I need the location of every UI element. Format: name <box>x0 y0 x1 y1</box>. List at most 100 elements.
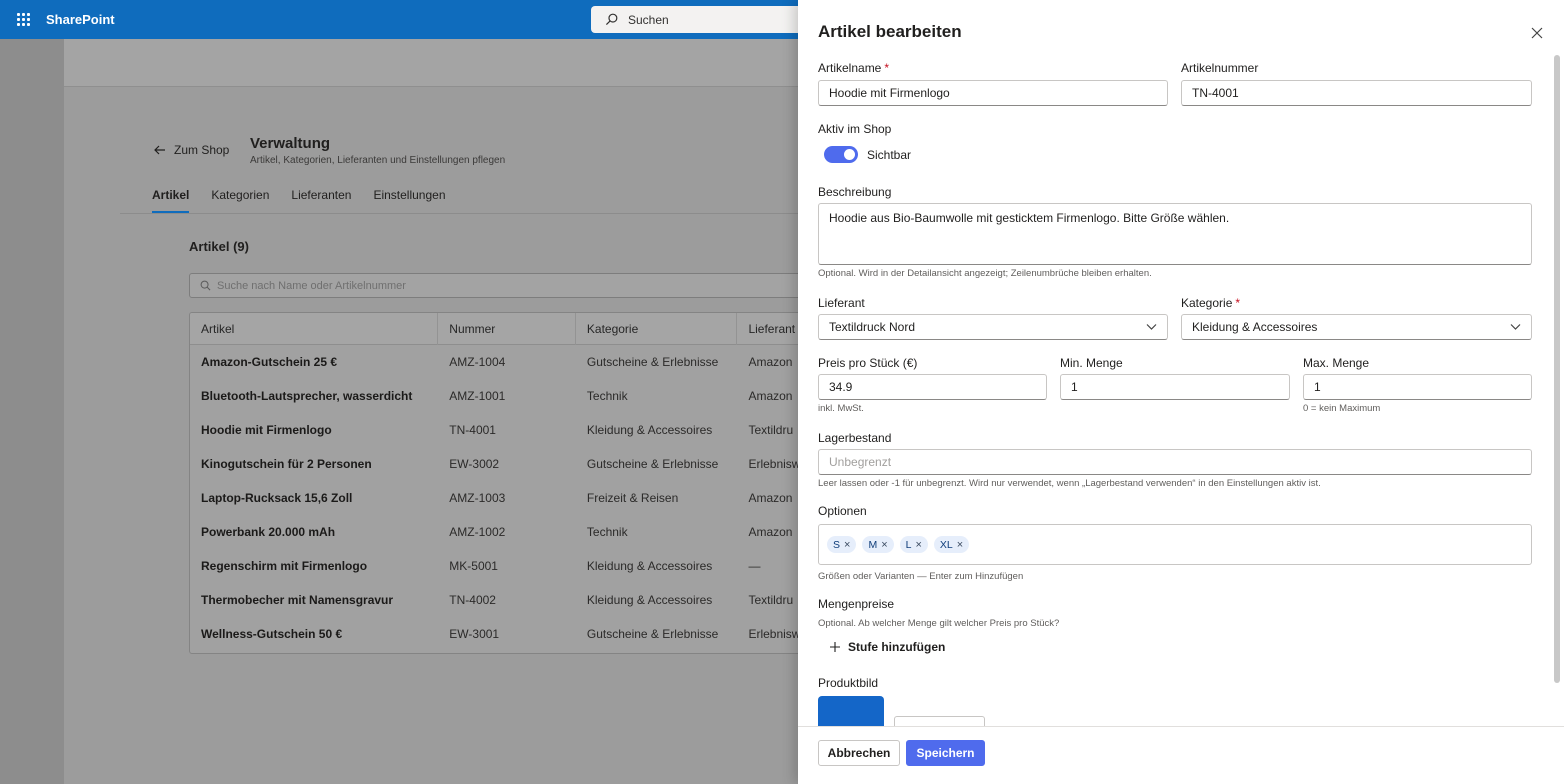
stock-label: Lagerbestand <box>818 431 892 445</box>
product-image-preview <box>818 696 884 728</box>
tier-prices-hint: Optional. Ab welcher Menge gilt welcher … <box>818 618 1060 629</box>
row-number: EW-3001 <box>449 627 500 641</box>
table-row[interactable]: Regenschirm mit Firmenlogo MK-5001 Kleid… <box>190 549 888 583</box>
product-image-label: Produktbild <box>818 676 879 690</box>
table-row[interactable]: Laptop-Rucksack 15,6 Zoll AMZ-1003 Freiz… <box>190 481 888 515</box>
column-header-nummer[interactable]: Nummer <box>438 313 576 345</box>
description-hint: Optional. Wird in der Detailansicht ange… <box>818 268 1152 279</box>
row-category: Kleidung & Accessoires <box>586 593 713 607</box>
brand-name[interactable]: SharePoint <box>46 12 115 27</box>
active-state-label: Sichtbar <box>867 148 912 162</box>
number-label: Artikelnummer <box>1181 61 1259 75</box>
row-number: AMZ-1004 <box>449 355 506 369</box>
row-category: Gutscheine & Erlebnisse <box>586 627 719 641</box>
chevron-down-icon <box>1510 324 1521 330</box>
row-name: Thermobecher mit Namensgravur <box>201 593 394 607</box>
max-quantity-field[interactable]: 1 <box>1303 374 1532 400</box>
supplier-select[interactable]: Textildruck Nord <box>818 314 1168 340</box>
table-row[interactable]: Powerbank 20.000 mAh AMZ-1002 Technik Am… <box>190 515 888 549</box>
article-search-input[interactable]: Suche nach Name oder Artikelnummer <box>189 273 869 298</box>
stock-field[interactable]: Unbegrenzt <box>818 449 1532 475</box>
admin-tabs: Artikel Kategorien Lieferanten Einstellu… <box>152 188 446 213</box>
row-number: AMZ-1003 <box>449 491 506 505</box>
table-row[interactable]: Wellness-Gutschein 50 € EW-3001 Gutschei… <box>190 617 888 651</box>
app-bar <box>0 39 64 784</box>
table-row[interactable]: Hoodie mit Firmenlogo TN-4001 Kleidung &… <box>190 413 888 447</box>
name-label: Artikelname * <box>818 61 890 75</box>
table-row[interactable]: Amazon-Gutschein 25 € AMZ-1004 Gutschein… <box>190 345 888 379</box>
tab-artikel[interactable]: Artikel <box>152 188 190 213</box>
option-tag: L × <box>899 536 928 553</box>
min-quantity-field[interactable]: 1 <box>1060 374 1290 400</box>
remove-tag-icon[interactable]: × <box>957 539 963 551</box>
arrow-left-icon <box>154 145 165 155</box>
row-number: MK-5001 <box>449 559 498 573</box>
column-header-artikel[interactable]: Artikel <box>190 313 439 345</box>
panel-scrollbar[interactable] <box>1554 55 1560 683</box>
row-category: Kleidung & Accessoires <box>586 423 713 437</box>
cancel-button[interactable]: Abbrechen <box>818 740 900 766</box>
row-number: AMZ-1002 <box>449 525 506 539</box>
stock-hint: Leer lassen oder -1 für unbegrenzt. Wird… <box>818 478 1321 489</box>
back-to-shop-label: Zum Shop <box>174 143 230 157</box>
tier-prices-label: Mengenpreise <box>818 597 895 611</box>
row-name: Laptop-Rucksack 15,6 Zoll <box>201 491 353 505</box>
price-field[interactable]: 34.9 <box>818 374 1047 400</box>
toggle-knob <box>844 149 855 160</box>
plus-icon <box>830 642 840 652</box>
supplier-value: Textildruck Nord <box>829 320 916 334</box>
price-hint: inkl. MwSt. <box>818 403 864 414</box>
number-field[interactable]: TN-4001 <box>1181 80 1532 106</box>
options-hint: Größen oder Varianten — Enter zum Hinzuf… <box>818 571 1024 582</box>
chevron-down-icon <box>1146 324 1157 330</box>
supplier-label: Lieferant <box>818 296 865 310</box>
row-category: Gutscheine & Erlebnisse <box>586 355 719 369</box>
option-tag: XL × <box>933 536 970 553</box>
table-row[interactable]: Thermobecher mit Namensgravur TN-4002 Kl… <box>190 583 888 617</box>
close-icon[interactable] <box>1528 24 1546 42</box>
description-label: Beschreibung <box>818 185 892 199</box>
row-name: Kinogutschein für 2 Personen <box>201 457 372 471</box>
tab-lieferanten[interactable]: Lieferanten <box>291 188 351 213</box>
min-quantity-label: Min. Menge <box>1060 356 1123 370</box>
remove-tag-icon[interactable]: × <box>881 539 887 551</box>
row-name: Regenschirm mit Firmenlogo <box>201 559 368 573</box>
app-launcher-icon[interactable] <box>0 0 46 39</box>
row-category: Freizeit & Reisen <box>586 491 679 505</box>
add-tier-label: Stufe hinzufügen <box>848 640 946 654</box>
remove-tag-icon[interactable]: × <box>844 539 850 551</box>
global-search-placeholder: Suchen <box>628 12 669 27</box>
category-select[interactable]: Kleidung & Accessoires <box>1181 314 1532 340</box>
name-field[interactable]: Hoodie mit Firmenlogo <box>818 80 1168 106</box>
save-button[interactable]: Speichern <box>906 740 985 766</box>
options-tag-input[interactable]: S × M × L × XL × <box>818 524 1532 565</box>
column-header-kategorie[interactable]: Kategorie <box>576 313 738 345</box>
category-label: Kategorie * <box>1181 296 1241 310</box>
article-list-title: Artikel (9) <box>189 239 249 254</box>
article-search-placeholder: Suche nach Name oder Artikelnummer <box>217 279 406 292</box>
edit-article-panel: Artikel bearbeiten Artikelname * Hoodie m… <box>798 0 1564 784</box>
row-category: Kleidung & Accessoires <box>586 559 713 573</box>
row-number: AMZ-1001 <box>449 389 506 403</box>
row-name: Bluetooth-Lautsprecher, wasserdicht <box>201 389 413 403</box>
row-number: TN-4002 <box>449 593 496 607</box>
description-textarea[interactable]: Hoodie aus Bio-Baumwolle mit gesticktem … <box>818 203 1532 265</box>
remove-tag-icon[interactable]: × <box>915 539 921 551</box>
table-header: Artikel Nummer Kategorie Lieferant <box>190 313 888 345</box>
row-category: Gutscheine & Erlebnisse <box>586 457 719 471</box>
tab-kategorien[interactable]: Kategorien <box>211 188 269 213</box>
article-table: Artikel Nummer Kategorie Lieferant Amazo… <box>189 312 889 654</box>
back-to-shop-link[interactable]: Zum Shop <box>154 143 229 157</box>
active-toggle[interactable] <box>824 146 858 163</box>
table-row[interactable]: Bluetooth-Lautsprecher, wasserdicht AMZ-… <box>190 379 888 413</box>
option-tag: M × <box>862 536 894 553</box>
search-icon <box>200 280 211 291</box>
row-name: Hoodie mit Firmenlogo <box>201 423 332 437</box>
panel-title: Artikel bearbeiten <box>818 22 962 41</box>
option-tag: S × <box>827 536 857 553</box>
options-label: Optionen <box>818 504 867 518</box>
table-row[interactable]: Kinogutschein für 2 Personen EW-3002 Gut… <box>190 447 888 481</box>
tab-einstellungen[interactable]: Einstellungen <box>373 188 445 213</box>
add-tier-button[interactable]: Stufe hinzufügen <box>830 640 945 654</box>
price-label: Preis pro Stück (€) <box>818 356 918 370</box>
